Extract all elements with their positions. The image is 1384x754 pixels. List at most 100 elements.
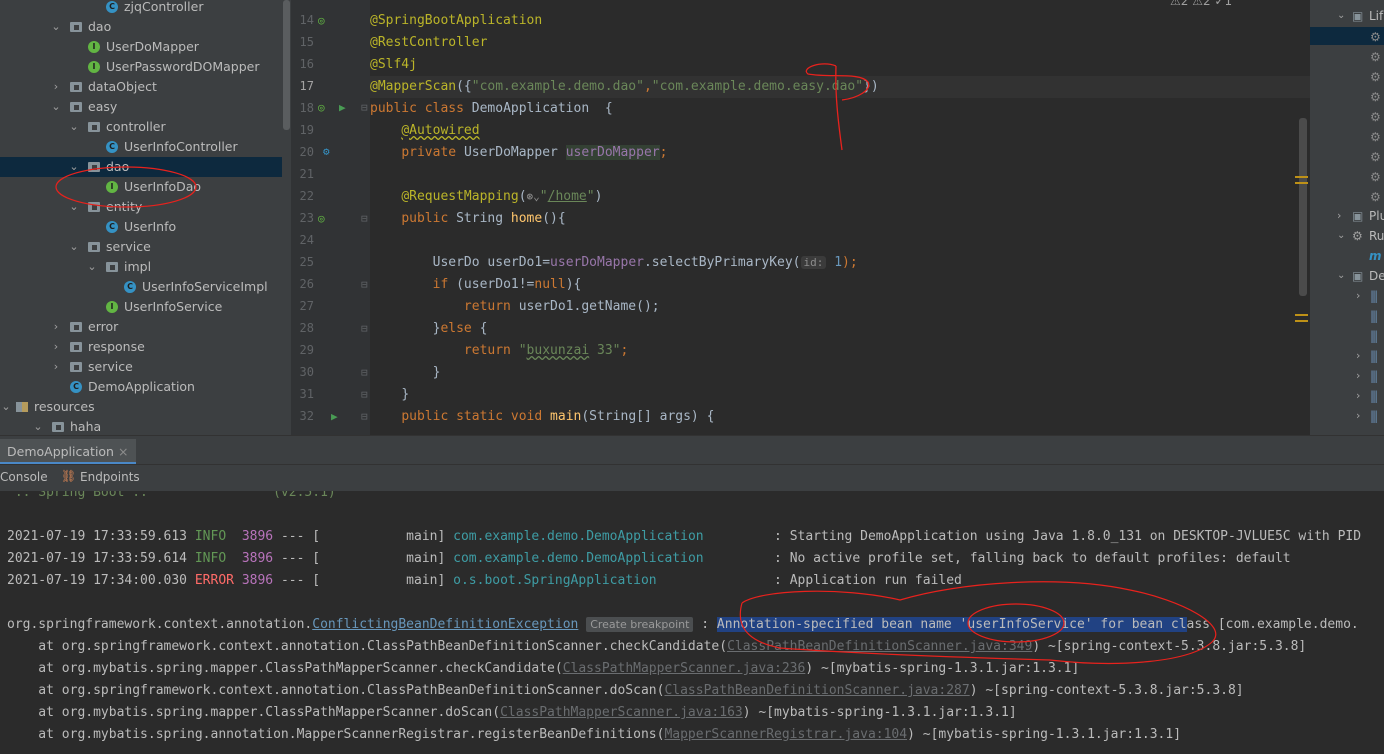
warning-stripe[interactable]: [1295, 314, 1308, 316]
chevron-down-icon[interactable]: ⌄: [68, 157, 80, 177]
tree-item[interactable]: ⌄ dao: [0, 17, 282, 37]
project-tree-scrollbar[interactable]: [282, 0, 291, 435]
bean-gutter-icon[interactable]: ◎: [318, 101, 325, 114]
chevron-down-icon[interactable]: ⌄: [50, 17, 62, 37]
chevron-down-icon[interactable]: ⌄: [50, 97, 62, 117]
chevron-down-icon[interactable]: ⌄: [1337, 266, 1345, 286]
lifecycle-goal[interactable]: ⚙: [1310, 147, 1384, 167]
exception-message-selected[interactable]: Annotation-specified bean name 'userInfo…: [716, 617, 1187, 632]
inspection-widget[interactable]: ⚠2 ⚠2 ✓1: [1170, 0, 1232, 8]
autowired-gutter-icon[interactable]: ⚙: [323, 145, 330, 158]
chevron-right-icon[interactable]: ›: [50, 357, 62, 377]
fold-icon[interactable]: ⊟: [361, 278, 368, 291]
run-gutter-icon[interactable]: ▶: [339, 101, 346, 114]
tree-item[interactable]: I UserPasswordDOMapper: [0, 57, 282, 77]
url-icon[interactable]: ⊛⌄: [527, 190, 540, 203]
tree-item[interactable]: ⌄ easy: [0, 97, 282, 117]
fold-icon[interactable]: ⊟: [361, 322, 368, 335]
bean-gutter-icon[interactable]: ◎: [318, 14, 325, 27]
lifecycle-goal[interactable]: ⚙: [1310, 47, 1384, 67]
warning-stripe[interactable]: [1295, 176, 1308, 178]
chevron-right-icon[interactable]: ›: [50, 317, 62, 337]
tree-item[interactable]: ⌄ controller: [0, 117, 282, 137]
tree-item[interactable]: I UserInfoDao: [0, 177, 282, 197]
chevron-right-icon[interactable]: ›: [50, 77, 62, 97]
dependency-row[interactable]: › |||: [1310, 366, 1384, 386]
chevron-right-icon[interactable]: ›: [1356, 286, 1360, 306]
tree-item[interactable]: I UserDoMapper: [0, 37, 282, 57]
tree-item[interactable]: C UserInfoServiceImpl: [0, 277, 282, 297]
tab-console[interactable]: Console: [0, 470, 48, 484]
stack-frame-source-link[interactable]: ClassPathBeanDefinitionScanner.java:349: [727, 639, 1032, 654]
dependency-row[interactable]: |||: [1310, 306, 1384, 326]
stack-frame-source-link[interactable]: ClassPathBeanDefinitionScanner.java:287: [664, 683, 969, 698]
chevron-down-icon[interactable]: ⌄: [32, 417, 44, 435]
chevron-right-icon[interactable]: ›: [1356, 346, 1360, 366]
tree-item[interactable]: ⌄ dao: [0, 157, 282, 177]
stack-frame-source-link[interactable]: MapperScannerRegistrar.java:104: [664, 727, 907, 742]
chevron-right-icon[interactable]: ›: [1356, 366, 1360, 386]
fold-icon[interactable]: ⊟: [361, 366, 368, 379]
tree-item[interactable]: ⌄ resources: [0, 397, 282, 417]
dependency-row[interactable]: |||: [1310, 326, 1384, 346]
tree-item[interactable]: ⌄ entity: [0, 197, 282, 217]
lifecycle-goal[interactable]: ⚙: [1310, 167, 1384, 187]
run-gutter-icon[interactable]: ▶: [331, 410, 338, 423]
chevron-down-icon[interactable]: ⌄: [0, 397, 12, 417]
fold-icon[interactable]: ⊟: [361, 101, 368, 114]
tree-item[interactable]: ⌄ haha: [0, 417, 282, 435]
create-breakpoint-button[interactable]: Create breakpoint: [586, 617, 694, 632]
tree-item[interactable]: C UserInfoController: [0, 137, 282, 157]
panel-row[interactable]: ⌄ ▣ De: [1310, 266, 1384, 286]
panel-row[interactable]: ⌄ ⚙ Ru: [1310, 226, 1384, 246]
chevron-down-icon[interactable]: ⌄: [68, 197, 80, 217]
stack-frame-source-link[interactable]: ClassPathMapperScanner.java:236: [563, 661, 806, 676]
chevron-right-icon[interactable]: ›: [50, 337, 62, 357]
fold-icon[interactable]: ⊟: [361, 410, 368, 423]
chevron-down-icon[interactable]: ⌄: [68, 237, 80, 257]
warning-stripe[interactable]: [1295, 182, 1308, 184]
run-tab-demoapplication[interactable]: DemoApplication ×: [0, 439, 137, 465]
lifecycle-goal[interactable]: ⚙: [1310, 187, 1384, 207]
warning-stripe[interactable]: [1295, 320, 1308, 322]
dependency-row[interactable]: › |||: [1310, 406, 1384, 426]
tree-item[interactable]: › error: [0, 317, 282, 337]
tree-item[interactable]: C DemoApplication: [0, 377, 282, 397]
tree-item[interactable]: › response: [0, 337, 282, 357]
dependency-row[interactable]: › |||: [1310, 286, 1384, 306]
tree-item[interactable]: I UserInfoService: [0, 297, 282, 317]
editor-scrollbar-thumb[interactable]: [1299, 118, 1307, 296]
dependency-row[interactable]: › |||: [1310, 346, 1384, 366]
tree-item[interactable]: CzjqController: [0, 0, 282, 17]
stack-frame-source-link[interactable]: ClassPathMapperScanner.java:163: [500, 705, 743, 720]
panel-row[interactable]: › ▣ Plu: [1310, 206, 1384, 226]
request-mapping-gutter-icon[interactable]: ◎: [318, 212, 325, 225]
tree-item[interactable]: › service: [0, 357, 282, 377]
lifecycle-goal[interactable]: ⚙: [1310, 67, 1384, 87]
tree-item[interactable]: ⌄ service: [0, 237, 282, 257]
lifecycle-goal[interactable]: ⚙: [1310, 127, 1384, 147]
lifecycle-goal[interactable]: ⚙: [1310, 87, 1384, 107]
panel-row[interactable]: m: [1310, 246, 1384, 266]
tree-item[interactable]: › dataObject: [0, 77, 282, 97]
panel-row-selected[interactable]: ⚙: [1310, 27, 1384, 45]
console-output[interactable]: :: Spring Boot :: (v2.5.1) 2021-07-19 17…: [0, 491, 1384, 754]
panel-row[interactable]: ⌄ ▣ Lif: [1310, 6, 1384, 26]
close-icon[interactable]: ×: [118, 444, 128, 459]
tree-item[interactable]: C UserInfo: [0, 217, 282, 237]
tab-endpoints[interactable]: Endpoints: [80, 470, 140, 484]
chevron-down-icon[interactable]: ⌄: [1337, 6, 1345, 26]
inspection-counts[interactable]: ⚠2 ⚠2 ✓1: [1170, 0, 1232, 8]
chevron-down-icon[interactable]: ⌄: [86, 257, 98, 277]
code-editor[interactable]: @SpringBootApplication @RestController @…: [370, 0, 1310, 435]
tree-item[interactable]: ⌄ impl: [0, 257, 282, 277]
url-link[interactable]: /home: [548, 189, 587, 204]
chevron-right-icon[interactable]: ›: [1356, 406, 1360, 426]
chevron-right-icon[interactable]: ›: [1356, 386, 1360, 406]
chevron-down-icon[interactable]: ⌄: [68, 117, 80, 137]
chevron-right-icon[interactable]: ›: [1337, 206, 1341, 226]
fold-icon[interactable]: ⊟: [361, 388, 368, 401]
scrollbar-thumb[interactable]: [283, 0, 290, 130]
dependency-row[interactable]: › |||: [1310, 386, 1384, 406]
chevron-down-icon[interactable]: ⌄: [1337, 226, 1345, 246]
